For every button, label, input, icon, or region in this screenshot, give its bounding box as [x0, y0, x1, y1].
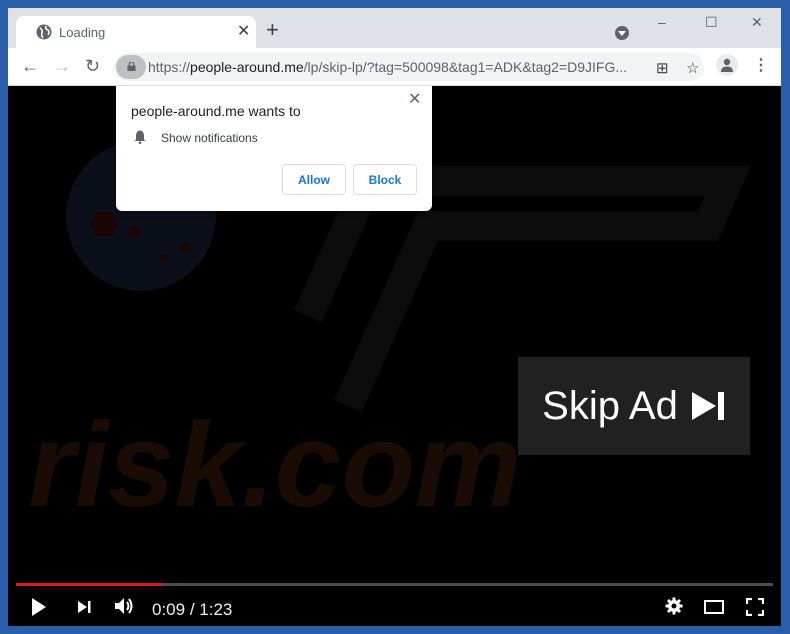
video-progress-bar[interactable]	[16, 583, 773, 586]
tab-title: Loading	[59, 25, 106, 40]
profile-avatar[interactable]	[716, 54, 738, 76]
skip-next-icon	[691, 392, 724, 420]
minimize-button[interactable]: –	[658, 14, 666, 30]
tab-search-icon[interactable]	[615, 26, 629, 40]
url-path: /lp/skip-lp/?tag=500098&tag1=ADK&tag2=D9…	[303, 59, 628, 75]
tab-strip: Loading ✕ + – ☐ ✕	[8, 8, 781, 48]
tab-close-button[interactable]: ✕	[237, 22, 250, 42]
block-button[interactable]: Block	[353, 164, 417, 195]
permission-label: Show notifications	[161, 131, 258, 145]
theater-mode-icon[interactable]	[704, 600, 724, 614]
current-time: 0:09	[152, 600, 186, 619]
back-button[interactable]: ←	[21, 56, 39, 76]
skip-ad-button[interactable]: Skip Ad	[518, 357, 750, 455]
close-window-button[interactable]: ✕	[751, 14, 763, 31]
bookmark-star-icon[interactable]: ☆	[686, 59, 699, 77]
toolbar: ← → ↻ https://people-around.me/lp/skip-l…	[8, 48, 781, 86]
time-display: 0:09 / 1:23	[152, 600, 232, 620]
popup-close-button[interactable]: ✕	[408, 89, 421, 109]
fullscreen-icon[interactable]	[746, 598, 764, 616]
address-bar[interactable]: https://people-around.me/lp/skip-lp/?tag…	[114, 53, 704, 81]
bell-icon	[134, 130, 146, 144]
next-icon[interactable]	[77, 600, 91, 614]
page-content: risk.com people-around.me wants to ✕ Sho…	[8, 86, 781, 626]
progress-fill	[16, 583, 163, 586]
url-scheme: https://	[148, 59, 191, 75]
allow-button[interactable]: Allow	[282, 164, 346, 195]
url-host: people-around.me	[190, 59, 304, 75]
svg-text:risk.com: risk.com	[28, 398, 522, 532]
notification-permission-popup: people-around.me wants to ✕ Show notific…	[116, 86, 432, 211]
maximize-button[interactable]: ☐	[705, 14, 718, 31]
skip-ad-label: Skip Ad	[542, 383, 678, 428]
browser-window: Loading ✕ + – ☐ ✕ ← → ↻ https://people-a…	[8, 8, 781, 626]
new-tab-button[interactable]: +	[266, 19, 279, 41]
video-controls: 0:09 / 1:23	[8, 591, 781, 626]
site-info-button[interactable]	[116, 55, 146, 79]
settings-gear-icon[interactable]	[665, 597, 683, 615]
lock-icon	[127, 62, 136, 71]
duration: 1:23	[199, 600, 233, 619]
forward-button[interactable]: →	[53, 56, 71, 76]
volume-icon[interactable]	[114, 596, 134, 616]
play-icon[interactable]	[31, 597, 47, 617]
person-icon	[721, 58, 733, 72]
tab-loading[interactable]: Loading ✕	[16, 16, 256, 48]
time-separator: /	[185, 600, 200, 619]
url-text[interactable]: https://people-around.me/lp/skip-lp/?tag…	[148, 59, 627, 75]
menu-kebab-icon[interactable]: ⋮	[753, 57, 769, 75]
popup-title: people-around.me wants to	[131, 103, 301, 119]
qr-code-icon[interactable]: ⊞	[656, 59, 669, 77]
globe-icon	[36, 24, 52, 40]
reload-button[interactable]: ↻	[85, 56, 100, 76]
